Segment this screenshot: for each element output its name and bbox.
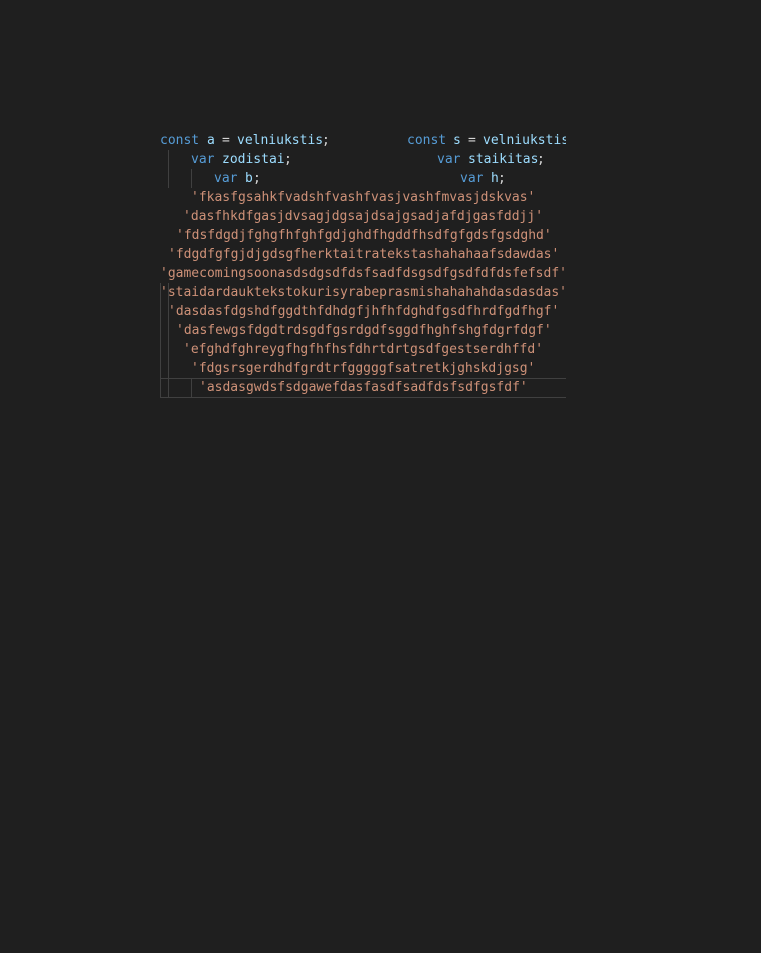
keyword-var: var [214,171,238,186]
string-literal: 'staidardauktekstokurisyrabeprasmishahah… [160,285,566,300]
operator-equals: = [222,133,230,148]
code-line-2[interactable]: var zodistai ; var staikitas ; [160,150,566,169]
identifier-staikitas: staikitas [468,152,539,167]
string-literal: 'asdasgwdsfsdgawefdasfasdfsadfdsfsdfgsfd… [199,380,528,395]
string-literal: 'fkasfgsahkfvadshfvashfvasjvashfmvasjdsk… [191,190,536,205]
string-literal: 'dasdasfdgshdfggdthfdhdgfjhfhfdghdfgsdfh… [168,304,560,319]
semicolon: ; [322,133,330,148]
identifier-b: b [245,171,253,186]
identifier-velniukstis: velniukstis [237,133,324,148]
indent-guide [191,378,192,397]
code-line-1[interactable]: const a = velniukstis ; const s = velniu… [160,131,566,150]
string-literal: 'dasfewgsfdgdtrdsgdfgsrdgdfsggdfhghfshgf… [176,323,552,338]
semicolon: ; [537,152,545,167]
identifier-s: s [453,133,461,148]
identifier-zodistai: zodistai [222,152,285,167]
semicolon: ; [284,152,292,167]
string-literal: 'fdgsrsgerdhdfgrdtrfgggggfsatretkjghskdj… [191,361,536,376]
operator-equals: = [468,133,476,148]
identifier-velniukstis: velniukstis [483,133,566,148]
identifier-a: a [207,133,215,148]
bracket-guide [160,397,566,398]
code-line-3[interactable]: var b ; var h ; [160,169,566,188]
string-literal: 'gamecomingsoonasdsdgsdfdsfsadfdsgsdfgsd… [160,266,566,281]
semicolon: ; [498,171,506,186]
keyword-var: var [437,152,461,167]
keyword-const: const [160,133,200,148]
keyword-var: var [460,171,484,186]
keyword-var: var [191,152,215,167]
keyword-const: const [407,133,447,148]
string-literal: 'efghdfghreygfhgfhfhsfdhrtdrtgsdfgestser… [183,342,544,357]
code-editor-view[interactable]: const a = velniukstis ; const s = velniu… [160,131,566,398]
string-literal: 'dasfhkdfgasjdvsagjdgsajdsajgsadjafdjgas… [183,209,544,224]
string-literal: 'fdgdfgfgjdjgdsgfherktaitratekstashahaha… [168,247,560,262]
semicolon: ; [253,171,261,186]
string-literal: 'fdsfdgdjfghgfhfghfgdjghdfhgddfhsdfgfgds… [176,228,552,243]
